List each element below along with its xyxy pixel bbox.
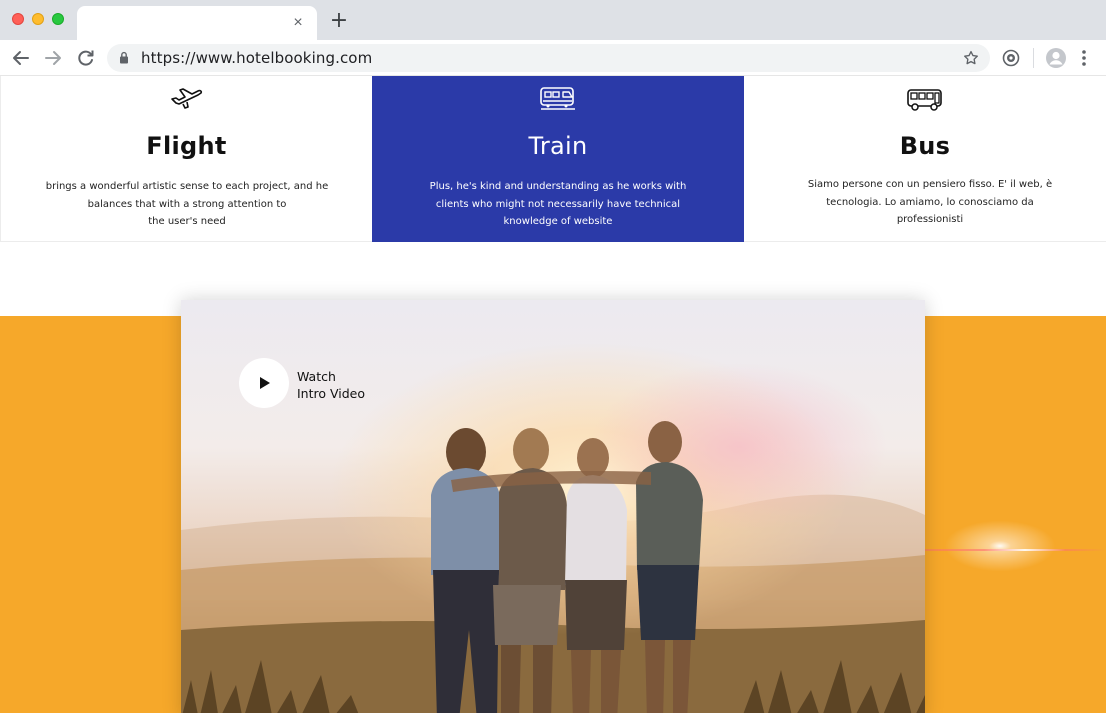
card-train[interactable]: Train Plus, he's kind and understanding … [372, 76, 744, 242]
card-description: Siamo persone con un pensiero fisso. E' … [807, 179, 1053, 225]
browser-tab[interactable]: × [77, 6, 317, 40]
new-tab-button[interactable]: + [328, 10, 350, 32]
card-title: Flight [146, 132, 227, 160]
train-icon [540, 87, 575, 110]
play-button[interactable] [239, 358, 289, 408]
card-description: Plus, he's kind and understanding as he … [429, 181, 687, 227]
back-icon[interactable] [10, 48, 32, 68]
maximize-window-button[interactable] [52, 13, 64, 25]
watch-label-line1: Watch [297, 369, 336, 384]
page-content: Flight brings a wonderful artistic sense… [0, 76, 1106, 713]
watch-label-line2: Intro Video [297, 386, 366, 401]
minimize-window-button[interactable] [32, 13, 44, 25]
reload-icon[interactable] [75, 48, 97, 68]
browser-tab-bar: × + [0, 0, 1106, 40]
url-text: https://www.hotelbooking.com [141, 49, 373, 67]
profile-icon[interactable] [1045, 47, 1067, 69]
transport-cards: Flight brings a wonderful artistic sense… [0, 76, 1106, 242]
lens-flare [935, 516, 1065, 576]
close-window-button[interactable] [12, 13, 24, 25]
toolbar-divider [1033, 48, 1034, 68]
menu-icon[interactable] [1081, 49, 1087, 67]
browser-toolbar: https://www.hotelbooking.com [0, 40, 1106, 76]
airplane-icon [170, 88, 202, 109]
card-bus[interactable]: Bus Siamo persone con un pensiero fisso.… [744, 76, 1106, 242]
watch-intro-label[interactable]: Watch Intro Video [297, 368, 365, 402]
card-title: Train [528, 132, 588, 160]
card-description: brings a wonderful artistic sense to eac… [45, 181, 329, 227]
extension-icon[interactable] [1001, 48, 1021, 68]
card-flight[interactable]: Flight brings a wonderful artistic sense… [0, 76, 372, 242]
forward-icon[interactable] [42, 48, 64, 68]
bus-icon [907, 89, 942, 111]
lock-icon [120, 51, 128, 64]
friends-sunset-photo [181, 300, 925, 713]
play-icon [260, 377, 270, 389]
star-icon[interactable] [962, 49, 980, 67]
card-title: Bus [899, 132, 951, 160]
intro-video[interactable]: Watch Intro Video [181, 300, 925, 713]
address-bar[interactable]: https://www.hotelbooking.com [107, 44, 990, 72]
close-tab-icon[interactable]: × [289, 14, 307, 32]
